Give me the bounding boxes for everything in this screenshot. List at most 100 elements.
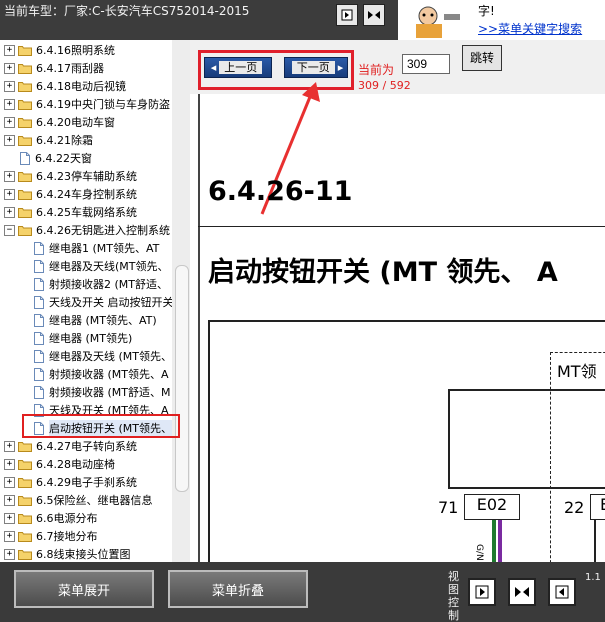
expand-toggle-icon[interactable]: + <box>4 80 15 92</box>
next-page-toolbar-button[interactable] <box>336 4 358 26</box>
tree-item-label: 6.5保险丝、继电器信息 <box>36 494 153 507</box>
document-viewer: ◂上一页 下一页▸ 当前为 跳转 309 / 592 6.4.26-11 启动按… <box>190 40 605 562</box>
tree-folder-item[interactable]: +6.5保险丝、继电器信息 <box>4 491 153 509</box>
tree-item-label: 6.4.16照明系统 <box>36 44 115 57</box>
tree-item-label: 6.4.20电动车窗 <box>36 116 115 129</box>
expand-toggle-icon[interactable]: + <box>4 98 15 110</box>
tree-folder-item[interactable]: +6.4.28电动座椅 <box>4 455 115 473</box>
tree-folder-item[interactable]: +6.4.23停车辅助系统 <box>4 167 137 185</box>
tree-folder-item[interactable]: +6.7接地分布 <box>4 527 98 545</box>
collapse-toggle-icon[interactable]: − <box>4 224 15 236</box>
expand-toggle-icon[interactable]: + <box>4 134 15 146</box>
folder-icon <box>18 63 32 74</box>
view-control-label: 视图控制 <box>448 570 459 622</box>
view-next-button[interactable] <box>468 578 496 606</box>
view-prev-button[interactable] <box>548 578 576 606</box>
tree-doc-item[interactable]: 继电器及天线(MT领先、 <box>34 257 169 275</box>
tree-item-label: 天线及开关 启动按钮开关 <box>49 296 174 309</box>
tree-doc-item[interactable]: 继电器 (MT领先、AT) <box>34 311 157 329</box>
tree-folder-item[interactable]: − 6.4.26无钥匙进入控制系统 <box>4 221 170 239</box>
pin-number: 22 <box>564 498 585 517</box>
top-bar: 当前车型：厂家:C-长安汽车CS752014-2015 字! >>菜单关键字搜索 <box>0 0 605 40</box>
tree-doc-item[interactable]: 继电器及天线 (MT领先、 <box>34 347 172 365</box>
tree-folder-item[interactable]: +6.4.25车载网络系统 <box>4 203 137 221</box>
ad-banner[interactable]: 字! >>菜单关键字搜索 <box>398 0 605 40</box>
document-icon <box>34 313 44 327</box>
tree-doc-item[interactable]: 继电器1 (MT领先、AT <box>34 239 159 257</box>
tree-item-label: 6.8线束接头位置图 <box>36 548 131 561</box>
tree-item-label: 6.4.24车身控制系统 <box>36 188 137 201</box>
expand-toggle-icon[interactable]: + <box>4 440 15 452</box>
tree-folder-item[interactable]: +6.6电源分布 <box>4 509 98 527</box>
folder-icon <box>18 549 32 560</box>
tree-item-label: 6.7接地分布 <box>36 530 98 543</box>
document-icon <box>34 349 44 363</box>
tree-folder-item[interactable]: +6.8线束接头位置图 <box>4 545 131 562</box>
wiring-diagram: MT领 E 71 E02 22 E G/N <box>208 320 605 562</box>
expand-toggle-icon[interactable]: + <box>4 476 15 488</box>
expand-toggle-icon[interactable]: + <box>4 458 15 470</box>
fit-toolbar-button[interactable] <box>363 4 385 26</box>
tree-folder-item[interactable]: +6.4.17雨刮器 <box>4 59 104 77</box>
view-fit-button[interactable] <box>508 578 536 606</box>
folder-icon <box>18 477 32 488</box>
tree-item-label: 6.4.27电子转向系统 <box>36 440 137 453</box>
expand-toggle-icon[interactable]: + <box>4 188 15 200</box>
menu-keyword-search-link[interactable]: >>菜单关键字搜索 <box>478 20 582 37</box>
expand-toggle-icon[interactable]: + <box>4 44 15 56</box>
diagram-title: 启动按钮开关 (MT 领先、 A <box>208 257 558 288</box>
tree-item-label: 6.4.17雨刮器 <box>36 62 104 75</box>
tree-item-label: 射频接收器 (MT领先、A <box>49 368 169 381</box>
connector-label: E <box>590 494 605 520</box>
document-icon <box>34 277 44 291</box>
tree-doc-item[interactable]: 射频接收器2 (MT舒适、 <box>34 275 168 293</box>
expand-toggle-icon[interactable]: + <box>4 170 15 182</box>
expand-toggle-icon[interactable]: + <box>4 206 15 218</box>
tree-folder-item[interactable]: +6.4.18电动后视镜 <box>4 77 126 95</box>
expand-toggle-icon[interactable]: + <box>4 494 15 506</box>
page-number-input[interactable] <box>402 54 450 74</box>
scrollbar-thumb[interactable] <box>175 265 189 492</box>
tree-folder-item[interactable]: +6.4.19中央门锁与车身防盗 <box>4 95 170 113</box>
document-icon <box>34 331 44 345</box>
tree-folder-item[interactable]: +6.4.20电动车窗 <box>4 113 115 131</box>
folder-icon <box>18 441 32 452</box>
tree-folder-item[interactable]: +6.4.24车身控制系统 <box>4 185 137 203</box>
folder-icon <box>18 117 32 128</box>
page-border <box>198 94 200 562</box>
tree-doc-item[interactable]: 射频接收器 (MT舒适、M <box>34 383 171 401</box>
double-arrow-icon <box>515 587 529 597</box>
tree-doc-item[interactable]: 射频接收器 (MT领先、A <box>34 365 169 383</box>
folder-icon <box>18 81 32 92</box>
mt-region-label: MT领 <box>557 362 597 381</box>
tree-doc-item[interactable]: 天线及开关 启动按钮开关 <box>34 293 174 311</box>
expand-toggle-icon[interactable]: + <box>4 512 15 524</box>
expand-toggle-icon[interactable]: + <box>4 62 15 74</box>
arrow-right-icon <box>341 9 353 21</box>
tree-scrollbar[interactable] <box>172 40 190 562</box>
folder-icon <box>18 207 32 218</box>
tree-doc-item[interactable]: 6.4.22天窗 <box>20 149 92 167</box>
wire-black <box>594 520 596 562</box>
divider <box>198 226 605 227</box>
tree-item-label: 继电器及天线 (MT领先、 <box>49 350 172 363</box>
tree-doc-item[interactable]: 继电器 (MT领先) <box>34 329 132 347</box>
menu-tree: +6.4.16照明系统 +6.4.17雨刮器 +6.4.18电动后视镜 +6.4.19… <box>0 40 190 562</box>
zoom-level: 1.1 <box>585 572 601 583</box>
expand-toggle-icon[interactable]: + <box>4 530 15 542</box>
document-icon <box>34 259 44 273</box>
tree-item-label: 继电器 (MT领先、AT) <box>49 314 157 327</box>
wire-purple <box>498 520 502 562</box>
tree-folder-item[interactable]: +6.4.16照明系统 <box>4 41 115 59</box>
tree-folder-item[interactable]: +6.4.29电子手刹系统 <box>4 473 137 491</box>
tree-item-label: 射频接收器 (MT舒适、M <box>49 386 171 399</box>
expand-toggle-icon[interactable]: + <box>4 548 15 560</box>
expand-toggle-icon[interactable]: + <box>4 116 15 128</box>
collapse-menu-button[interactable]: 菜单折叠 <box>168 570 308 608</box>
tree-folder-item[interactable]: +6.4.27电子转向系统 <box>4 437 137 455</box>
folder-icon <box>18 189 32 200</box>
expand-menu-button[interactable]: 菜单展开 <box>14 570 154 608</box>
tree-folder-item[interactable]: +6.4.21除霜 <box>4 131 93 149</box>
jump-button[interactable]: 跳转 <box>462 45 502 71</box>
tree-item-label: 继电器 (MT领先) <box>49 332 133 345</box>
